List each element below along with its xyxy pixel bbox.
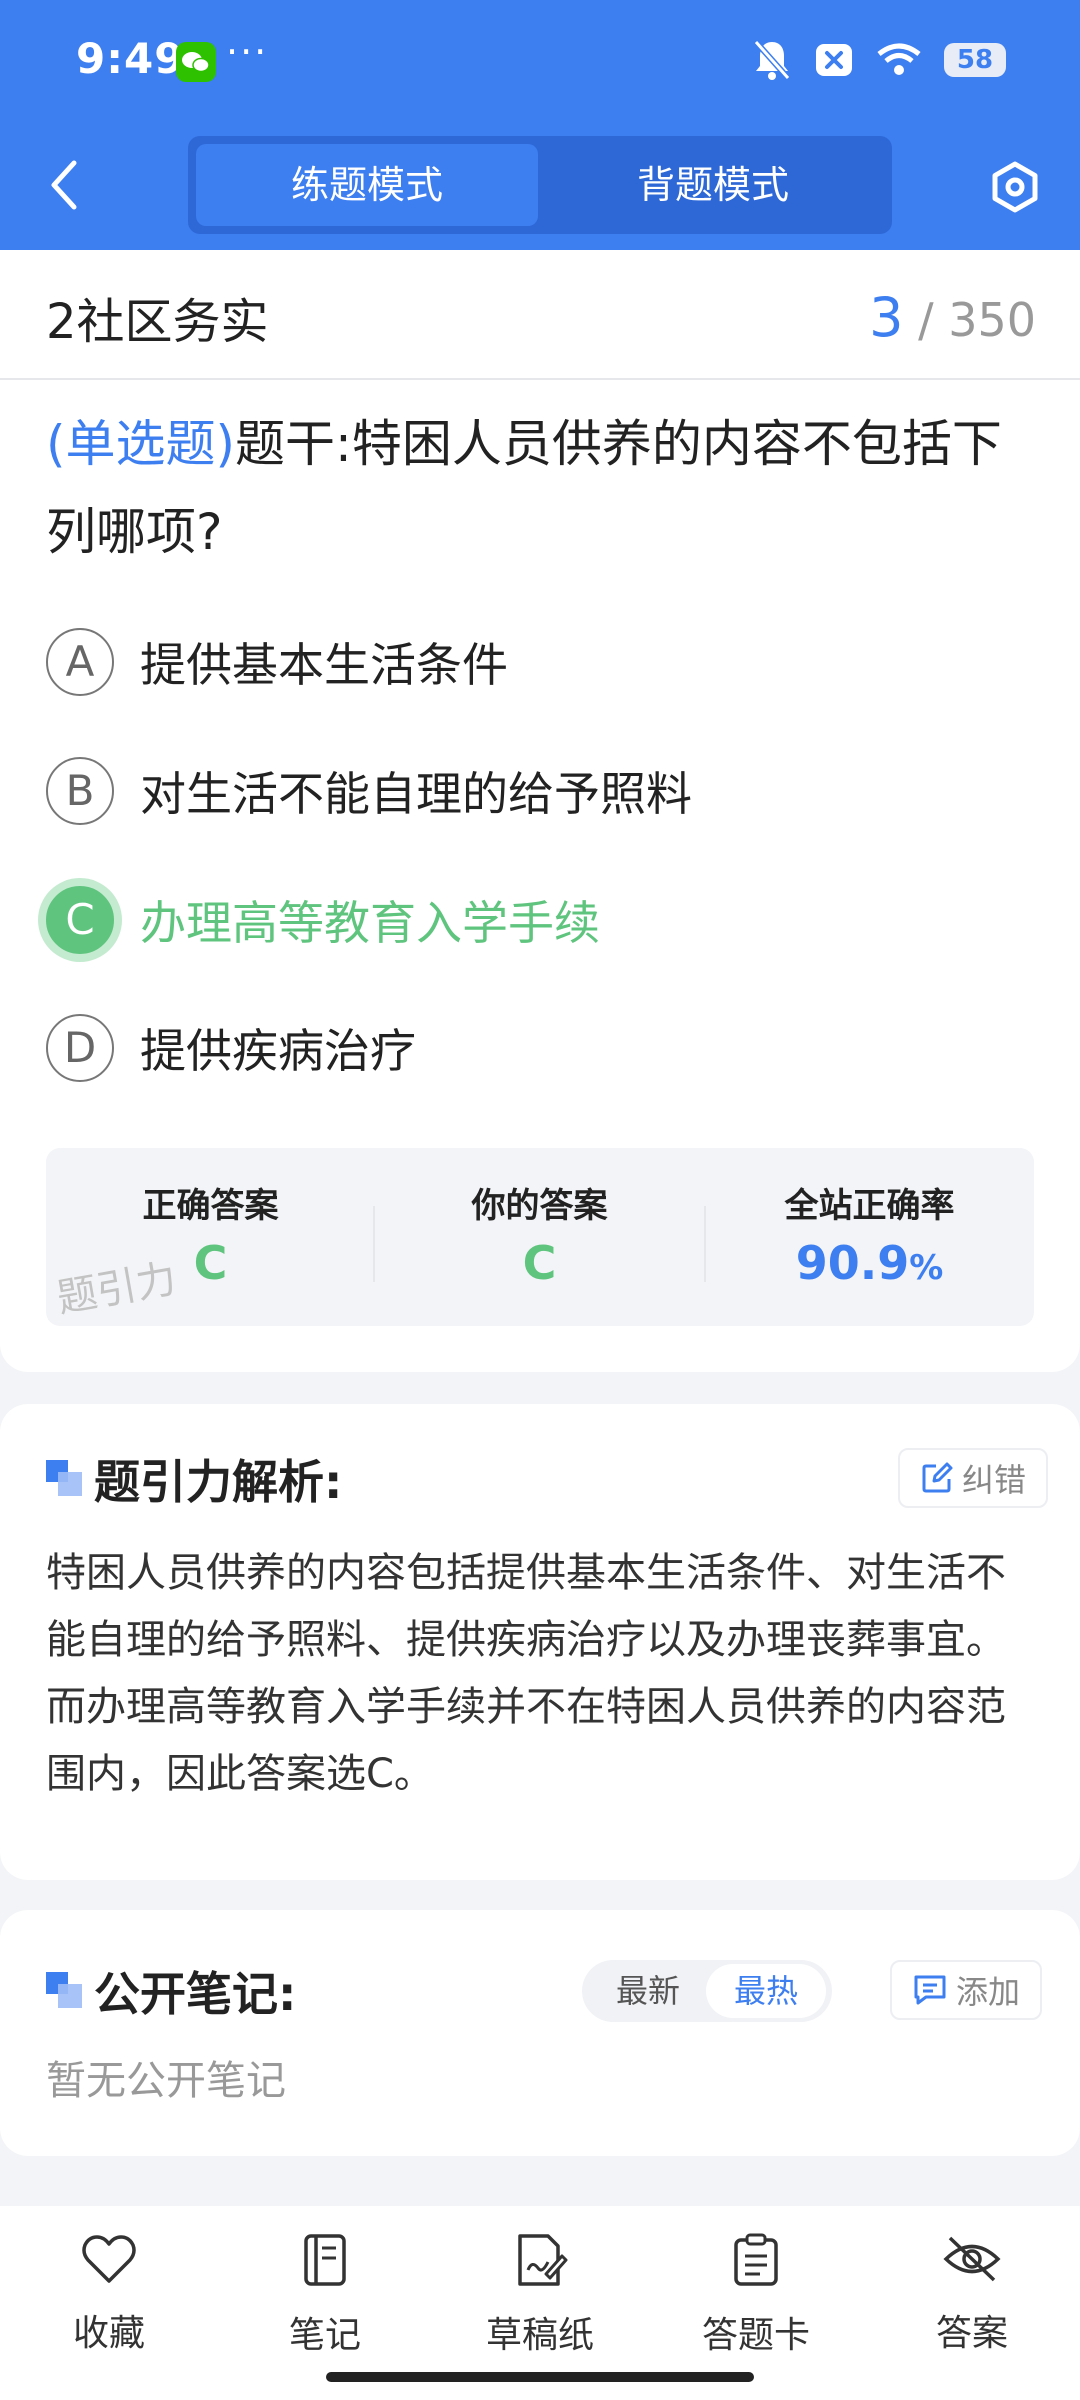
stat-correct-answer: 正确答案 C 题引力	[46, 1148, 375, 1326]
stat-your-answer: 你的答案 C	[375, 1148, 704, 1326]
eye-off-icon	[943, 2236, 1001, 2282]
analysis-text: 特困人员供养的内容包括提供基本生活条件、对生活不能自理的给予照料、提供疾病治疗以…	[46, 1550, 1006, 1797]
option-b[interactable]: B 对生活不能自理的给予照料	[46, 755, 692, 827]
stat-label: 正确答案	[142, 1186, 279, 1226]
analysis-title: 题引力解析:	[94, 1455, 343, 1509]
option-letter: A	[46, 628, 114, 696]
notes-sort-toggle: 最新 最热	[582, 1960, 832, 2022]
status-more-icon: ···	[226, 30, 269, 74]
question-progress: 3 / 350	[869, 286, 1036, 349]
section-icon	[46, 1972, 82, 2008]
nav-draft[interactable]: 草稿纸	[460, 2232, 620, 2358]
notes-card	[0, 1910, 1080, 2156]
divider	[0, 378, 1080, 380]
nav-label: 草稿纸	[485, 2315, 594, 2356]
stat-value: C	[522, 1236, 557, 1290]
mode-switcher: 练题模式 背题模式	[188, 136, 892, 234]
accuracy-unit: %	[909, 1248, 944, 1288]
tab-practice-mode[interactable]: 练题模式	[196, 144, 538, 226]
nav-label: 答案	[935, 2313, 1008, 2354]
nav-favorite[interactable]: 收藏	[29, 2232, 189, 2356]
home-indicator	[326, 2372, 754, 2382]
stat-label: 你的答案	[471, 1186, 608, 1226]
option-d[interactable]: D 提供疾病治疗	[46, 1012, 416, 1084]
section-icon	[46, 1460, 82, 1496]
accuracy-number: 90.9	[795, 1236, 910, 1290]
report-error-label: 纠错	[962, 1461, 1027, 1499]
nav-label: 答题卡	[701, 2315, 810, 2356]
option-c[interactable]: C 办理高等教育入学手续	[46, 884, 600, 956]
option-a[interactable]: A 提供基本生活条件	[46, 626, 508, 698]
chapter-title: 2社区务实	[46, 294, 269, 350]
sort-latest-button[interactable]: 最新	[588, 1964, 708, 2018]
total-questions: / 350	[918, 293, 1036, 347]
notebook-icon	[304, 2234, 346, 2286]
stat-label: 全站正确率	[784, 1186, 955, 1226]
option-letter: D	[46, 1014, 114, 1082]
settings-icon[interactable]	[988, 160, 1042, 214]
nav-label: 笔记	[288, 2315, 361, 2356]
answer-stats: 正确答案 C 题引力 你的答案 C 全站正确率 90.9%	[46, 1148, 1034, 1326]
stat-value: 90.9%	[705, 1236, 1034, 1290]
battery-icon: 58	[944, 43, 1006, 77]
wechat-icon	[176, 42, 216, 82]
notes-title: 公开笔记:	[94, 1967, 297, 2021]
option-letter: B	[46, 757, 114, 825]
add-note-button[interactable]: 添加	[890, 1960, 1043, 2020]
option-text: 办理高等教育入学手续	[140, 896, 600, 950]
draft-icon	[518, 2234, 568, 2286]
status-time: 9:49	[76, 34, 185, 83]
heart-icon	[82, 2235, 136, 2283]
tab-memorize-mode[interactable]: 背题模式	[542, 144, 884, 226]
sort-hot-button[interactable]: 最热	[706, 1964, 826, 2018]
nav-answer[interactable]: 答案	[892, 2232, 1052, 2356]
option-text: 提供基本生活条件	[140, 638, 508, 692]
nav-label: 收藏	[72, 2313, 145, 2354]
option-text: 对生活不能自理的给予照料	[140, 767, 692, 821]
question-type: (单选题)	[46, 415, 236, 473]
empty-notes-text: 暂无公开笔记	[46, 2058, 286, 2104]
mute-bell-icon	[753, 40, 791, 80]
answer-card-icon	[734, 2233, 778, 2286]
edit-icon	[922, 1462, 953, 1493]
close-box-icon	[816, 44, 852, 76]
add-note-label: 添加	[956, 1973, 1021, 2011]
back-arrow-icon[interactable]	[44, 155, 84, 215]
nav-notes[interactable]: 笔记	[245, 2232, 405, 2358]
status-icons: 58	[752, 38, 1006, 82]
report-error-button[interactable]: 纠错	[898, 1448, 1049, 1508]
bottom-nav: 收藏 笔记 草稿纸 答题卡 答案	[0, 2206, 1080, 2400]
option-letter: C	[46, 886, 114, 954]
current-question-number: 3	[869, 286, 904, 349]
option-text: 提供疾病治疗	[140, 1024, 416, 1078]
nav-answer-card[interactable]: 答题卡	[676, 2232, 836, 2358]
stat-accuracy: 全站正确率 90.9%	[705, 1148, 1034, 1326]
message-icon	[914, 1975, 946, 2005]
question-stem: (单选题)题干:特困人员供养的内容不包括下列哪项?	[46, 400, 1036, 576]
wifi-icon	[877, 43, 921, 75]
